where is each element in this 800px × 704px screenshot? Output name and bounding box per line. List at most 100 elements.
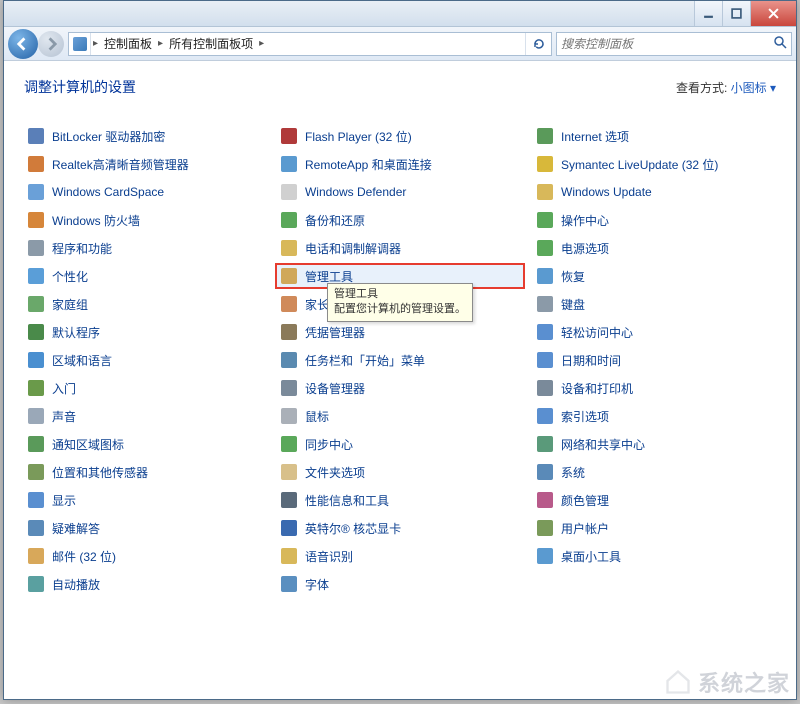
control-panel-item[interactable]: Windows 防火墙	[24, 209, 267, 231]
control-panel-item[interactable]: Flash Player (32 位)	[277, 125, 523, 147]
item-label: 程序和功能	[52, 240, 112, 257]
control-panel-item[interactable]: Internet 选项	[533, 125, 776, 147]
control-panel-item[interactable]: 邮件 (32 位)	[24, 545, 267, 567]
control-panel-item[interactable]: 位置和其他传感器	[24, 461, 267, 483]
control-panel-item[interactable]: RemoteApp 和桌面连接	[277, 153, 523, 175]
search-box[interactable]	[556, 32, 792, 56]
item-label: 区域和语言	[52, 352, 112, 369]
control-panel-item[interactable]: 鼠标	[277, 405, 523, 427]
control-panel-item[interactable]: 桌面小工具	[533, 545, 776, 567]
address-bar[interactable]: ▸ 控制面板 ▸ 所有控制面板项 ▸	[68, 32, 552, 56]
control-panel-item[interactable]: 家庭组	[24, 293, 267, 315]
refresh-button[interactable]	[525, 33, 551, 55]
breadcrumb-current[interactable]: 所有控制面板项	[165, 33, 257, 55]
maximize-button[interactable]	[722, 1, 750, 26]
control-panel-item[interactable]: 入门	[24, 377, 267, 399]
item-label: 日期和时间	[561, 352, 621, 369]
item-label: 电话和调制解调器	[305, 240, 401, 257]
control-panel-item[interactable]: 显示	[24, 489, 267, 511]
item-label: 显示	[52, 492, 76, 509]
item-label: 系统	[561, 464, 585, 481]
item-icon	[27, 267, 45, 285]
breadcrumb-root[interactable]: 控制面板	[100, 33, 156, 55]
item-icon	[280, 183, 298, 201]
control-panel-item[interactable]: 网络和共享中心	[533, 433, 776, 455]
item-icon	[536, 547, 554, 565]
control-panel-item[interactable]: Windows CardSpace	[24, 181, 267, 203]
control-panel-item[interactable]: Realtek高清晰音频管理器	[24, 153, 267, 175]
view-by-value[interactable]: 小图标 ▾	[731, 81, 776, 95]
item-icon	[27, 155, 45, 173]
control-panel-item[interactable]: 操作中心	[533, 209, 776, 231]
item-label: 用户帐户	[561, 520, 609, 537]
content-header: 调整计算机的设置 查看方式: 小图标 ▾	[24, 77, 776, 97]
control-panel-item[interactable]: 区域和语言	[24, 349, 267, 371]
item-icon	[280, 491, 298, 509]
control-panel-item[interactable]: 键盘	[533, 293, 776, 315]
control-panel-item[interactable]: 程序和功能	[24, 237, 267, 259]
control-panel-item[interactable]: 电话和调制解调器	[277, 237, 523, 259]
control-panel-item[interactable]: 个性化	[24, 265, 267, 287]
control-panel-item[interactable]: Windows Defender	[277, 181, 523, 203]
item-icon	[280, 351, 298, 369]
control-panel-item[interactable]: 设备和打印机	[533, 377, 776, 399]
control-panel-item[interactable]: 语音识别	[277, 545, 523, 567]
control-panel-item[interactable]: 日期和时间	[533, 349, 776, 371]
control-panel-item[interactable]: 管理工具管理工具配置您计算机的管理设置。	[277, 265, 523, 287]
control-panel-item[interactable]: 凭据管理器	[277, 321, 523, 343]
view-by: 查看方式: 小图标 ▾	[676, 79, 776, 96]
control-panel-item[interactable]: Symantec LiveUpdate (32 位)	[533, 153, 776, 175]
item-label: 鼠标	[305, 408, 329, 425]
control-panel-item[interactable]: 默认程序	[24, 321, 267, 343]
item-icon	[280, 575, 298, 593]
item-icon	[280, 211, 298, 229]
control-panel-item[interactable]: 疑难解答	[24, 517, 267, 539]
control-panel-item[interactable]: 同步中心	[277, 433, 523, 455]
search-icon[interactable]	[773, 35, 787, 52]
control-panel-item[interactable]: 电源选项	[533, 237, 776, 259]
minimize-button[interactable]	[694, 1, 722, 26]
item-icon	[27, 127, 45, 145]
item-label: 位置和其他传感器	[52, 464, 148, 481]
item-label: Realtek高清晰音频管理器	[52, 156, 189, 173]
control-panel-item[interactable]: 恢复	[533, 265, 776, 287]
control-panel-item[interactable]: 英特尔® 核芯显卡	[277, 517, 523, 539]
item-icon	[27, 519, 45, 537]
control-panel-item[interactable]: 通知区域图标	[24, 433, 267, 455]
nav-forward-button[interactable]	[38, 31, 64, 57]
item-icon	[536, 127, 554, 145]
control-panel-item[interactable]: 设备管理器	[277, 377, 523, 399]
item-label: 邮件 (32 位)	[52, 548, 116, 565]
item-label: 凭据管理器	[305, 324, 365, 341]
item-icon	[536, 407, 554, 425]
control-panel-item[interactable]: 系统	[533, 461, 776, 483]
control-panel-item[interactable]: 任务栏和「开始」菜单	[277, 349, 523, 371]
control-panel-item[interactable]: Windows Update	[533, 181, 776, 203]
item-label: 文件夹选项	[305, 464, 365, 481]
control-panel-item[interactable]: 索引选项	[533, 405, 776, 427]
item-label: RemoteApp 和桌面连接	[305, 156, 432, 173]
control-panel-item[interactable]: 颜色管理	[533, 489, 776, 511]
control-panel-item[interactable]: 自动播放	[24, 573, 267, 595]
item-icon	[536, 155, 554, 173]
item-label: Flash Player (32 位)	[305, 128, 412, 145]
page-title: 调整计算机的设置	[24, 77, 136, 97]
item-label: BitLocker 驱动器加密	[52, 128, 165, 145]
item-icon	[536, 491, 554, 509]
control-panel-item[interactable]: 字体	[277, 573, 523, 595]
close-button[interactable]	[750, 1, 796, 26]
control-panel-item[interactable]: BitLocker 驱动器加密	[24, 125, 267, 147]
item-label: Windows 防火墙	[52, 212, 140, 229]
item-icon	[280, 239, 298, 257]
nav-back-button[interactable]	[8, 29, 38, 59]
control-panel-item[interactable]: 轻松访问中心	[533, 321, 776, 343]
control-panel-item[interactable]: 文件夹选项	[277, 461, 523, 483]
search-input[interactable]	[561, 37, 773, 51]
control-panel-item[interactable]: 声音	[24, 405, 267, 427]
item-icon	[27, 239, 45, 257]
item-icon	[280, 323, 298, 341]
control-panel-item[interactable]: 备份和还原	[277, 209, 523, 231]
item-label: 默认程序	[52, 324, 100, 341]
control-panel-item[interactable]: 用户帐户	[533, 517, 776, 539]
control-panel-item[interactable]: 性能信息和工具	[277, 489, 523, 511]
